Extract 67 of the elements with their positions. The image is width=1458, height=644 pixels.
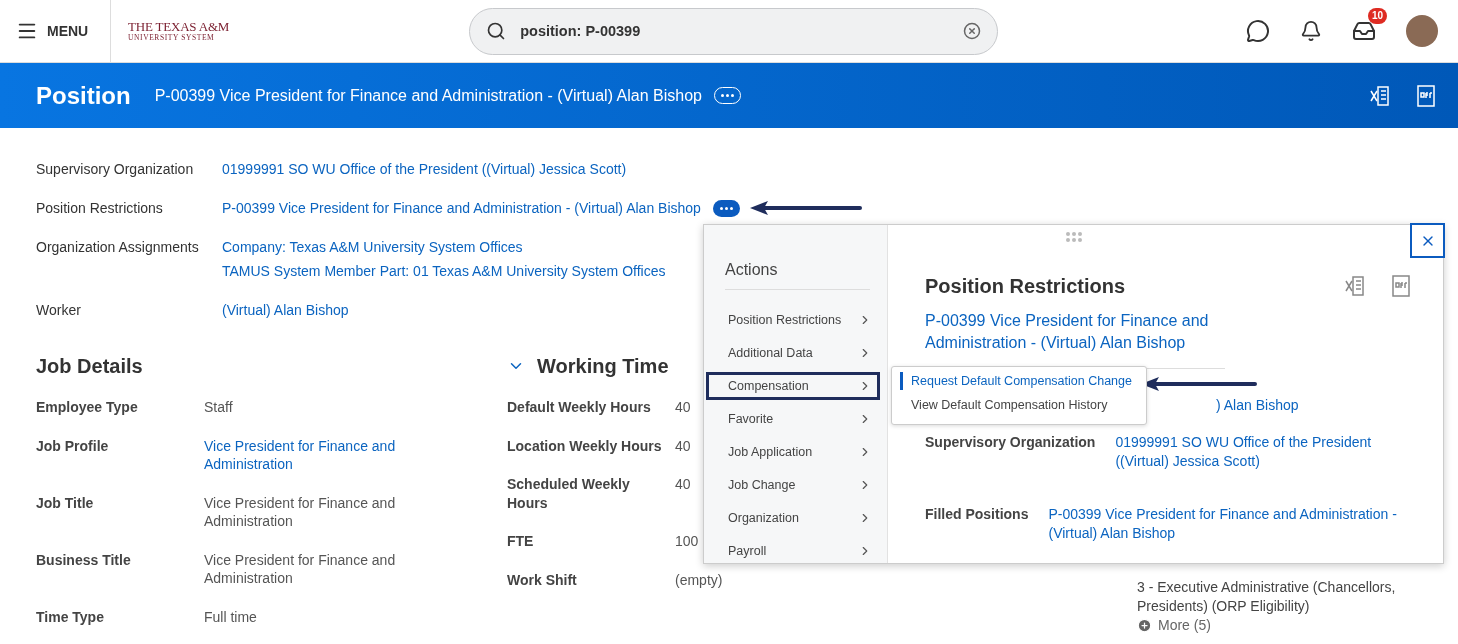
spreadsheet-export-icon[interactable]	[1343, 275, 1365, 297]
field-value: 40	[675, 398, 692, 417]
action-menu-item[interactable]: Job Application	[706, 438, 880, 466]
action-menu-item[interactable]: Favorite	[706, 405, 880, 433]
action-menu-item[interactable]: Payroll	[706, 537, 880, 565]
menu-button[interactable]: MENU	[16, 11, 94, 51]
field-value: 100	[675, 532, 700, 551]
field-link[interactable]: TAMUS System Member Part: 01 Texas A&M University System Offices	[222, 259, 666, 283]
field-label: Supervisory Organization	[36, 160, 195, 179]
field-label: Worker	[36, 301, 82, 320]
action-menu-item[interactable]: Compensation	[706, 372, 880, 400]
action-menu-item[interactable]: Organization	[706, 504, 880, 532]
field-value: Vice President for Finance and Administration	[204, 550, 397, 588]
chat-icon[interactable]	[1246, 19, 1270, 43]
close-button[interactable]	[1410, 223, 1445, 258]
field-label: Organization Assignments	[36, 238, 200, 257]
search-icon	[486, 21, 507, 41]
field-link[interactable]: Company: Texas A&M University System Offices	[222, 235, 523, 259]
field-value: Staff	[204, 398, 234, 417]
section-title: Working Time	[537, 354, 669, 378]
more-button[interactable]: More (5)	[1137, 617, 1211, 633]
search-input[interactable]: position: P-00399	[518, 22, 952, 40]
plus-icon	[1137, 617, 1152, 633]
submenu-item[interactable]: Request Default Compensation Change	[900, 372, 1138, 390]
field-label: FTE	[507, 532, 535, 551]
field-link[interactable]: P-00399 Vice President for Finance and Administration - (Virtual) Alan Bishop	[1048, 505, 1411, 543]
field-label: Default Weekly Hours	[507, 398, 652, 417]
spreadsheet-export-icon[interactable]	[1368, 84, 1390, 107]
field-label: Filled Positions	[925, 505, 1029, 524]
field-link[interactable]: 01999991 SO WU Office of the President ((Virtual) Jessica Scott)	[1115, 433, 1411, 471]
section-title: Job Details	[36, 354, 143, 378]
notification-badge: 10	[1367, 8, 1387, 24]
page-title: Position	[36, 81, 131, 110]
field-label: Position Restrictions	[36, 199, 164, 218]
action-menu-item[interactable]: Job Change	[706, 471, 880, 499]
avatar[interactable]	[1406, 15, 1438, 47]
field-label: Job Profile	[36, 436, 110, 456]
field-link[interactable]: (Virtual) Alan Bishop	[222, 298, 349, 322]
field-label: Work Shift	[507, 570, 578, 589]
popup-title: Position Restrictions	[925, 275, 1126, 298]
field-label: Time Type	[36, 607, 105, 626]
submenu-item[interactable]: View Default Compensation History	[900, 396, 1138, 414]
more-actions-button[interactable]	[712, 199, 740, 217]
action-menu-item[interactable]: Position Restrictions	[706, 306, 880, 334]
field-label: Location Weekly Hours	[507, 436, 663, 455]
field-value: 3 - Executive Administrative (Chancellors, Presidents) (ORP Eligibility)	[1137, 578, 1397, 616]
field-value: (empty)	[675, 570, 724, 589]
notifications-icon[interactable]	[1300, 20, 1322, 42]
field-link[interactable]: P-00399 Vice President for Finance and Administration - (Virtual) Alan Bishop	[222, 196, 701, 220]
field-label: Employee Type	[36, 398, 139, 417]
field-label: Business Title	[36, 550, 132, 570]
search-field[interactable]: position: P-00399	[469, 7, 999, 55]
field-label: Supervisory Organization	[925, 433, 1096, 452]
field-link[interactable]: 01999991 SO WU Office of the President ((Virtual) Jessica Scott)	[222, 157, 627, 181]
field-link[interactable]: Vice President for Finance and Administration	[204, 436, 424, 474]
field-value: Full time	[204, 607, 258, 626]
drag-handle-icon[interactable]	[1066, 232, 1082, 242]
clear-icon[interactable]	[963, 22, 982, 40]
field-link[interactable]: ) Alan Bishop	[1216, 397, 1411, 413]
actions-title: Actions	[725, 261, 870, 290]
page-subtitle: P-00399 Vice President for Finance and Administration - (Virtual) Alan Bishop	[154, 86, 702, 105]
field-value: Vice President for Finance and Administration	[204, 493, 397, 531]
pdf-export-icon[interactable]	[1391, 275, 1411, 297]
action-menu-item[interactable]: Additional Data	[706, 339, 880, 367]
field-label: Job Title	[36, 493, 95, 513]
field-label: Scheduled Weekly Hours	[507, 475, 631, 512]
inbox-icon[interactable]	[1352, 19, 1376, 43]
